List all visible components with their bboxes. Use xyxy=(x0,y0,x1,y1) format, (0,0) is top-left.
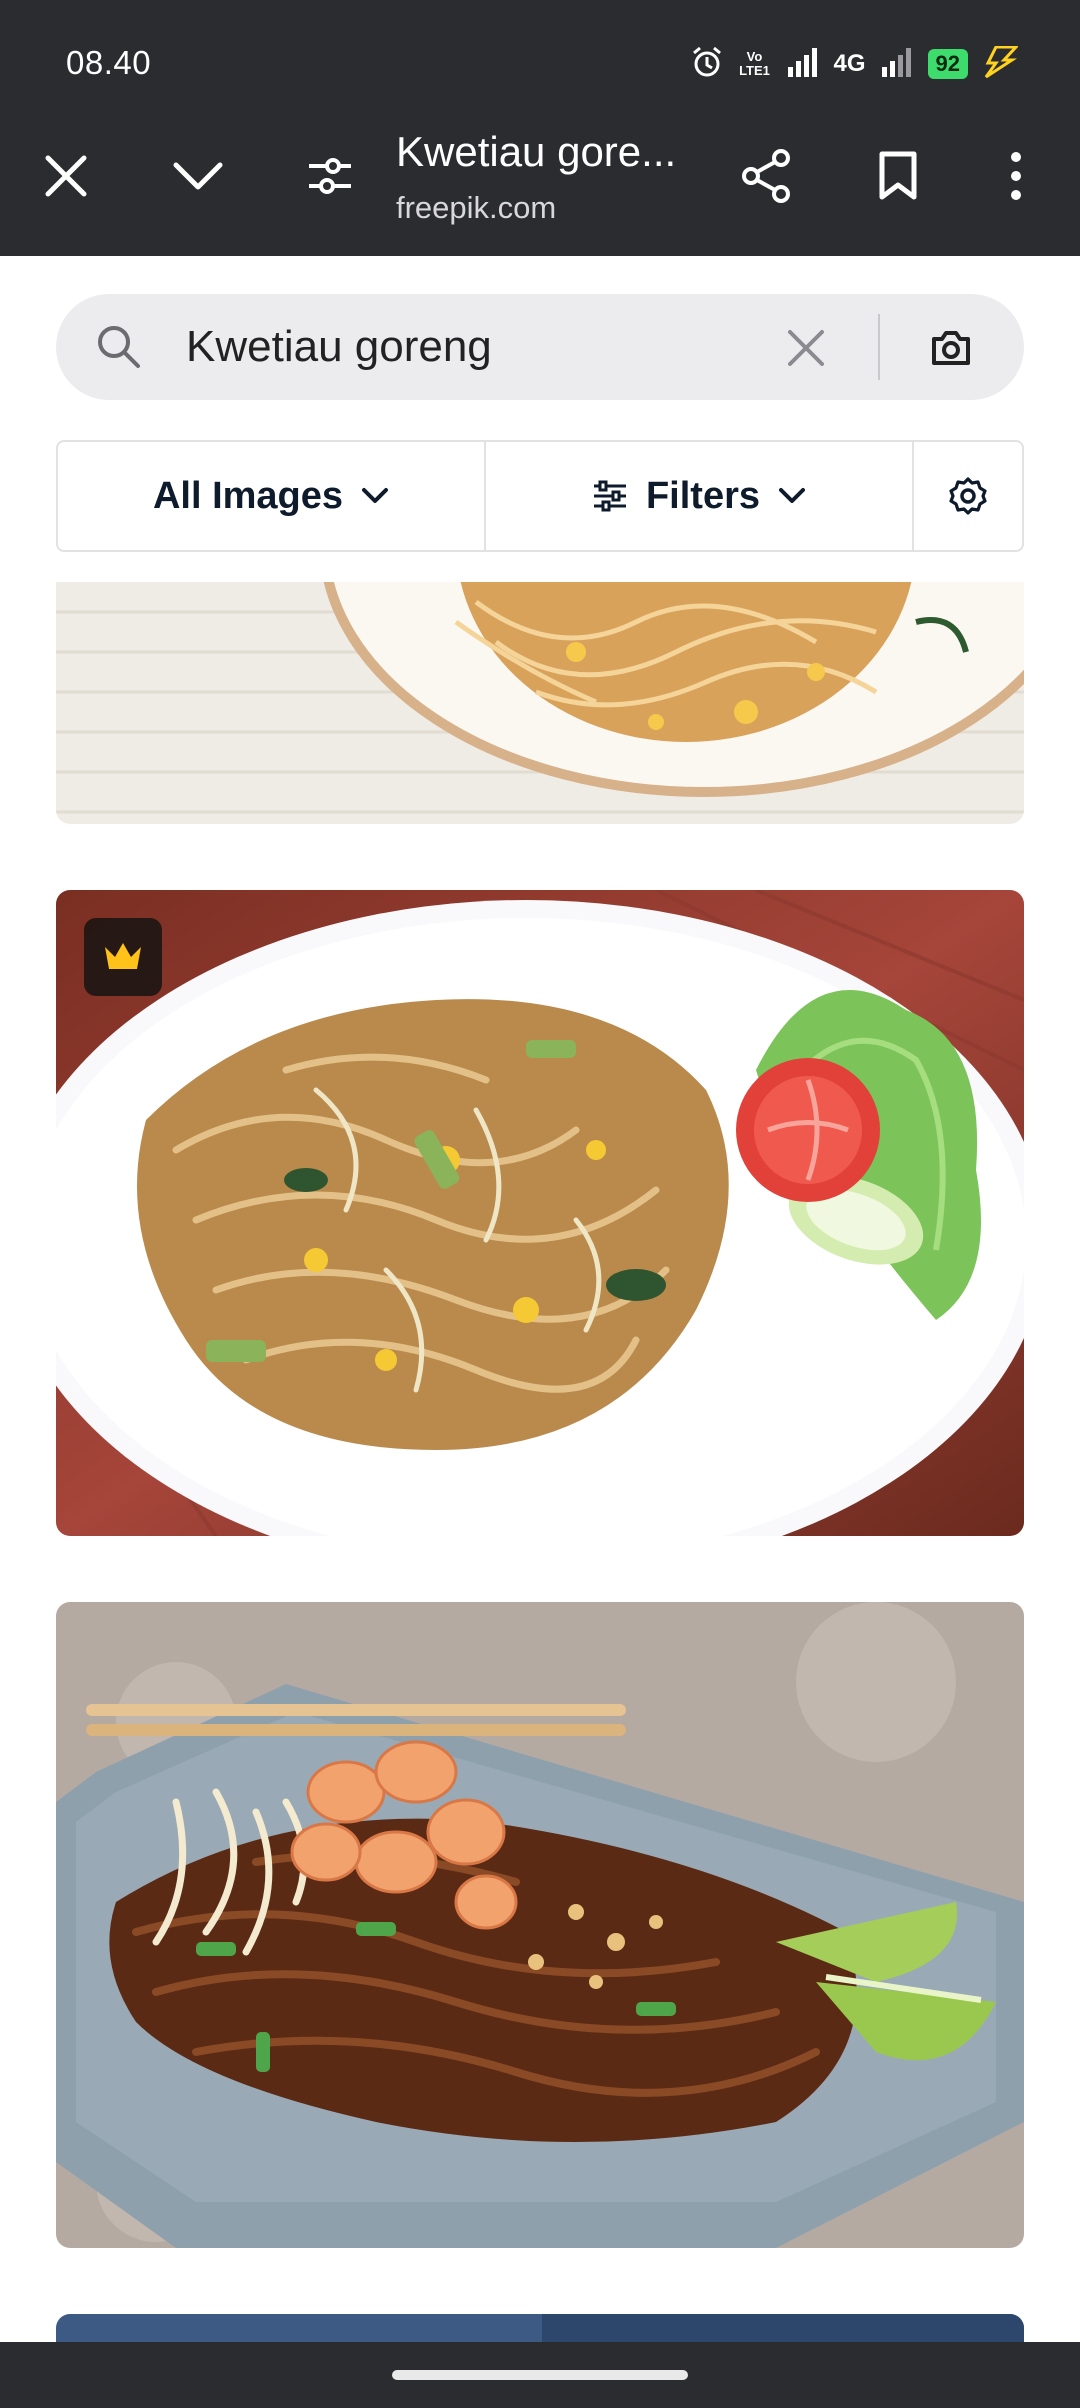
image-search-button[interactable] xyxy=(916,318,986,378)
settings-button[interactable] xyxy=(914,442,1022,550)
bookmark-button[interactable] xyxy=(848,126,948,226)
network-type: 4G xyxy=(833,50,866,77)
image-result-card[interactable] xyxy=(56,582,1024,824)
all-images-dropdown[interactable]: All Images xyxy=(58,442,486,550)
status-time: 08.40 xyxy=(66,44,152,81)
status-icons: Vo LTE1 4G 92 xyxy=(690,44,1020,84)
custom-tab-toolbar: Kwetiau gore... freepik.com xyxy=(0,126,1080,256)
sliders-icon xyxy=(593,480,626,512)
page-info-button[interactable] xyxy=(280,126,380,226)
chevron-down-icon xyxy=(779,488,806,503)
more-vert-icon xyxy=(1011,152,1021,200)
crown-icon xyxy=(105,943,141,969)
search-input[interactable] xyxy=(186,316,806,378)
chevron-down-icon xyxy=(362,488,389,503)
image-result-card[interactable] xyxy=(56,1602,1024,2248)
volte-icon: Vo LTE1 xyxy=(739,49,770,78)
navigation-bar xyxy=(0,2342,1080,2408)
bookmark-icon xyxy=(879,151,917,200)
page-title[interactable]: Kwetiau gore... xyxy=(396,128,676,176)
camera-icon xyxy=(932,331,970,365)
fried-noodles-bowl-image xyxy=(56,582,1024,824)
premium-badge xyxy=(84,918,162,996)
close-button[interactable] xyxy=(16,126,116,226)
close-icon xyxy=(45,155,87,197)
filters-dropdown[interactable]: Filters xyxy=(486,442,914,550)
search-icon[interactable] xyxy=(94,322,142,375)
image-result-card[interactable] xyxy=(56,890,1024,1536)
more-options-button[interactable] xyxy=(966,126,1066,226)
clear-search-button[interactable] xyxy=(776,318,836,378)
minimize-button[interactable] xyxy=(148,126,248,226)
page-domain[interactable]: freepik.com xyxy=(396,190,556,226)
pad-thai-blue-plate-image xyxy=(56,1602,1024,2248)
search-bar xyxy=(56,294,1024,400)
all-images-label: All Images xyxy=(152,474,344,517)
charging-icon xyxy=(982,45,1020,83)
battery-icon: 92 xyxy=(927,49,968,79)
chevron-down-icon xyxy=(173,162,223,190)
kwetiau-goreng-white-plate-image xyxy=(56,890,1024,1536)
signal-2-icon xyxy=(880,47,914,82)
gear-icon xyxy=(949,477,987,515)
share-icon xyxy=(742,149,790,203)
home-gesture-pill[interactable] xyxy=(392,2370,688,2380)
filter-row: All Images Filters xyxy=(56,440,1024,552)
filters-label: Filters xyxy=(645,474,761,517)
tune-icon xyxy=(309,158,351,194)
search-divider xyxy=(878,314,880,380)
share-button[interactable] xyxy=(716,126,816,226)
signal-icon xyxy=(786,47,820,82)
close-icon xyxy=(788,330,824,366)
alarm-icon xyxy=(690,45,724,84)
status-bar: 08.40 Vo LTE1 4G 92 xyxy=(0,0,1080,126)
